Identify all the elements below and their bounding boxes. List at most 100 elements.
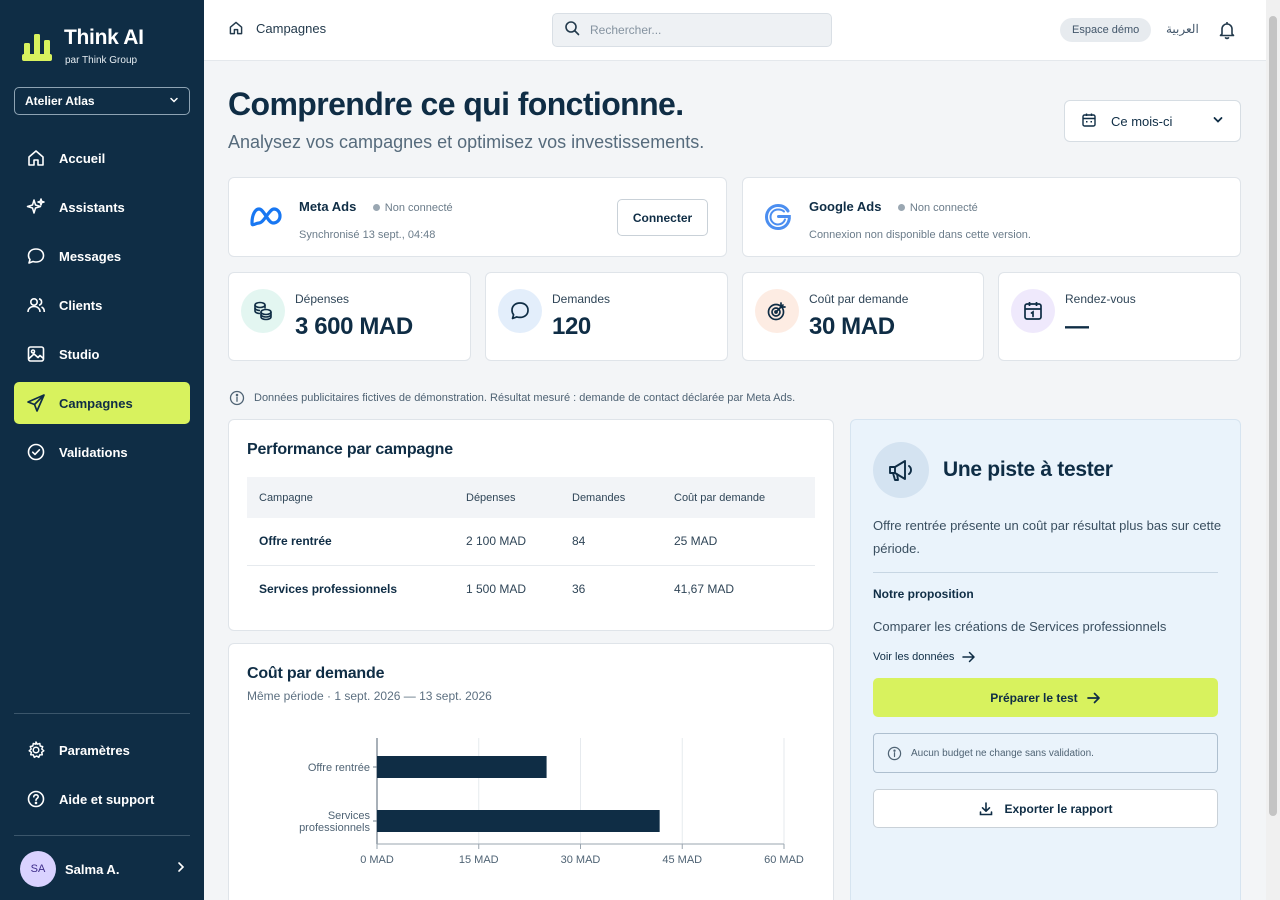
performance-table: Campagne Dépenses Demandes Coût par dema… (247, 477, 815, 612)
brand[interactable]: Think AI par Think Group (22, 26, 144, 66)
table-cell: 25 MAD (662, 518, 815, 566)
send-icon (26, 393, 46, 413)
nav-item-aide[interactable]: Aide et support (14, 778, 190, 820)
table-cell: 41,67 MAD (674, 581, 735, 596)
sidebar: Think AI par Think Group Atelier Atlas A… (0, 0, 204, 900)
kpi-label: Rendez-vous (1065, 292, 1136, 306)
info-text: Aucun budget ne change sans validation. (911, 747, 1094, 759)
chart-subtitle: Même période · 1 sept. 2026 — 13 sept. 2… (247, 689, 492, 703)
home-icon[interactable] (228, 20, 244, 36)
meta-logo-icon (249, 203, 283, 236)
kpi-card-depenses: Dépenses 3 600 MAD (228, 272, 471, 361)
nav-item-messages[interactable]: Messages (14, 235, 190, 277)
chat-icon (498, 289, 542, 333)
brand-subtitle: par Think Group (65, 55, 138, 66)
cost-chart-card: Coût par demande Même période · 1 sept. … (228, 643, 834, 900)
table-cell: 84 (560, 518, 662, 566)
scrollbar[interactable] (1266, 0, 1280, 900)
column-header: Demandes (572, 491, 626, 504)
nav-item-validations[interactable]: Validations (14, 431, 190, 473)
insight-text: Offre rentrée présente un coût par résul… (873, 518, 1222, 556)
arrow-right-icon (1086, 692, 1101, 704)
google-logo-icon (763, 202, 793, 237)
x-tick-label: 30 MAD (561, 854, 601, 866)
connection-name: Google Ads (809, 199, 882, 214)
button-label: Préparer le test (990, 690, 1078, 705)
meta-ads-card: Meta Ads Non connecté Synchronisé 13 sep… (228, 177, 727, 257)
table-row[interactable]: Offre rentrée 2 100 MAD 84 25 MAD (247, 518, 815, 566)
secondary-nav: Paramètres Aide et support (14, 729, 190, 827)
cost-chart: 0 MAD 15 MAD 30 MAD 45 MAD 60 MAD Offre rentr… (299, 738, 804, 866)
nav-label: Paramètres (59, 742, 130, 758)
message-icon (26, 246, 46, 266)
demo-badge: Espace démo (1060, 18, 1152, 42)
button-label: Exporter le rapport (1004, 801, 1113, 816)
kpi-card-rendez-vous: Rendez-vous — (998, 272, 1241, 361)
nav-label: Aide et support (59, 791, 155, 807)
avatar: SA (20, 851, 56, 887)
language-switch[interactable]: العربية (1166, 22, 1199, 36)
sparkles-icon (26, 197, 46, 217)
topbar: Campagnes Espace démo العربية (204, 0, 1266, 61)
nav-item-campagnes[interactable]: Campagnes (14, 382, 190, 424)
sidebar-divider (14, 713, 190, 714)
nav-label: Campagnes (59, 395, 133, 411)
calendar-icon (1011, 289, 1055, 333)
brand-name: Think AI (64, 26, 144, 49)
divider (873, 572, 1218, 573)
coins-icon (241, 289, 285, 333)
kpi-value: 3 600 MAD (295, 313, 413, 340)
connection-meta: Connexion non disponible dans cette vers… (809, 229, 1031, 241)
disclaimer-text: Données publicitaires fictives de démons… (254, 392, 796, 404)
nav-label: Clients (59, 297, 103, 313)
x-tick-label: 15 MAD (459, 854, 499, 866)
nav-item-accueil[interactable]: Accueil (14, 137, 190, 179)
prepare-test-button[interactable]: Préparer le test (873, 678, 1218, 717)
table-row[interactable]: Services professionnels 1 500 MAD 36 41,… (247, 565, 815, 612)
info-icon (887, 746, 902, 761)
nav-item-clients[interactable]: Clients (14, 284, 190, 326)
workspace-label: Atelier Atlas (25, 94, 95, 108)
validation-info: Aucun budget ne change sans validation. (873, 733, 1218, 773)
connect-button[interactable]: Connecter (617, 199, 708, 236)
kpi-label: Coût par demande (809, 292, 909, 306)
x-tick-label: 45 MAD (662, 854, 702, 866)
insight-panel: Une piste à tester Offre rentrée présent… (850, 419, 1241, 900)
export-report-button[interactable]: Exporter le rapport (873, 789, 1218, 828)
nav-item-assistants[interactable]: Assistants (14, 186, 190, 228)
user-menu[interactable]: SA Salma A. (20, 851, 186, 887)
search-box (552, 13, 832, 47)
search-input[interactable] (590, 23, 810, 37)
campaign-name: Services professionnels (259, 581, 398, 596)
image-icon (26, 344, 46, 364)
kpi-label: Demandes (552, 292, 611, 306)
connection-status: Non connecté (372, 201, 453, 214)
gear-icon (26, 740, 46, 760)
status-dot (897, 204, 905, 211)
nav-item-parametres[interactable]: Paramètres (14, 729, 190, 771)
nav-label: Validations (59, 444, 128, 460)
check-circle-icon (26, 442, 46, 462)
kpi-value: 30 MAD (809, 313, 895, 340)
view-data-link[interactable]: Voir les données (873, 651, 976, 663)
nav-label: Studio (59, 346, 100, 362)
column-header: Campagne (259, 491, 313, 504)
period-select[interactable]: Ce mois-ci (1064, 100, 1241, 142)
connection-name: Meta Ads (299, 199, 357, 214)
megaphone-icon (873, 442, 929, 498)
help-icon (26, 789, 46, 809)
bell-icon[interactable] (1217, 20, 1237, 45)
calendar-icon (1081, 112, 1097, 131)
chevron-right-icon (176, 860, 186, 878)
workspace-select[interactable]: Atelier Atlas (14, 87, 190, 115)
proposal-heading: Notre proposition (873, 587, 974, 601)
scrollbar-thumb[interactable] (1269, 16, 1277, 816)
table-cell: 1 500 MAD (466, 581, 527, 596)
connection-status-label: Non connecté (384, 201, 453, 214)
nav-item-studio[interactable]: Studio (14, 333, 190, 375)
page-title: Comprendre ce qui fonctionne. (228, 86, 684, 122)
download-icon (978, 801, 994, 817)
column-header: Dépenses (466, 491, 516, 504)
table-cell: 2 100 MAD (454, 518, 560, 566)
x-tick-label: 0 MAD (360, 854, 394, 866)
